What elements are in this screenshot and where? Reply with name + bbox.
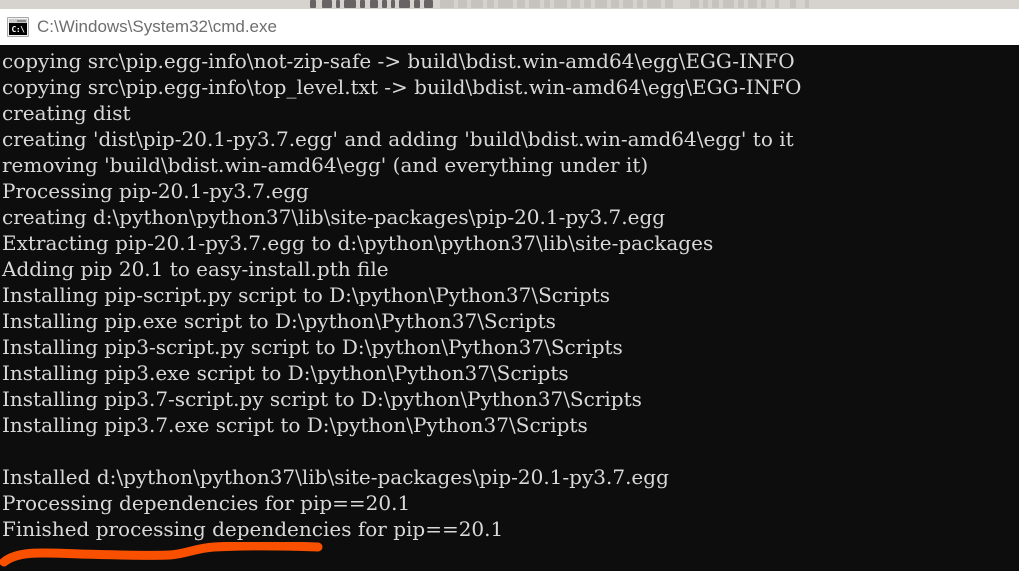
console-line: Installing pip3.7.exe script to D:\pytho… [2, 413, 588, 437]
console-line: Installing pip.exe script to D:\python\P… [2, 309, 556, 333]
console-line: Installing pip3.7-script.py script to D:… [2, 387, 642, 411]
console-line: Finished processing dependencies for pip… [2, 517, 504, 541]
console-line: Extracting pip-20.1-py3.7.egg to d:\pyth… [2, 231, 714, 255]
console-line: Installing pip3-script.py script to D:\p… [2, 335, 623, 359]
console-text-lines: copying src\pip.egg-info\not-zip-safe ->… [2, 48, 1019, 571]
console-line: Installed d:\python\python37\lib\site-pa… [2, 465, 669, 489]
screenshot-root: C:\ C:\Windows\System32\cmd.exe copying … [0, 0, 1019, 571]
console-line: removing 'build\bdist.win-amd64\egg' (an… [2, 153, 649, 177]
console-line: creating dist [2, 101, 131, 125]
console-line: creating 'dist\pip-20.1-py3.7.egg' and a… [2, 127, 794, 151]
cmd-icon-glyph: C:\ [9, 23, 27, 35]
console-line: Processing pip-20.1-py3.7.egg [2, 179, 309, 203]
window-titlebar[interactable]: C:\ C:\Windows\System32\cmd.exe [0, 9, 1019, 45]
console-line: Adding pip 20.1 to easy-install.pth file [2, 257, 389, 281]
cmd-console-icon: C:\ [7, 17, 29, 37]
console-line: copying src\pip.egg-info\not-zip-safe ->… [2, 49, 795, 73]
console-output-area[interactable]: copying src\pip.egg-info\not-zip-safe ->… [0, 45, 1019, 571]
console-line: creating d:\python\python37\lib\site-pac… [2, 205, 666, 229]
console-line: copying src\pip.egg-info\top_level.txt -… [2, 75, 802, 99]
window-title: C:\Windows\System32\cmd.exe [37, 17, 277, 36]
console-line: Processing dependencies for pip==20.1 [2, 491, 411, 515]
console-line: Installing pip-script.py script to D:\py… [2, 283, 611, 307]
console-line: Installing pip3.exe script to D:\python\… [2, 361, 569, 385]
